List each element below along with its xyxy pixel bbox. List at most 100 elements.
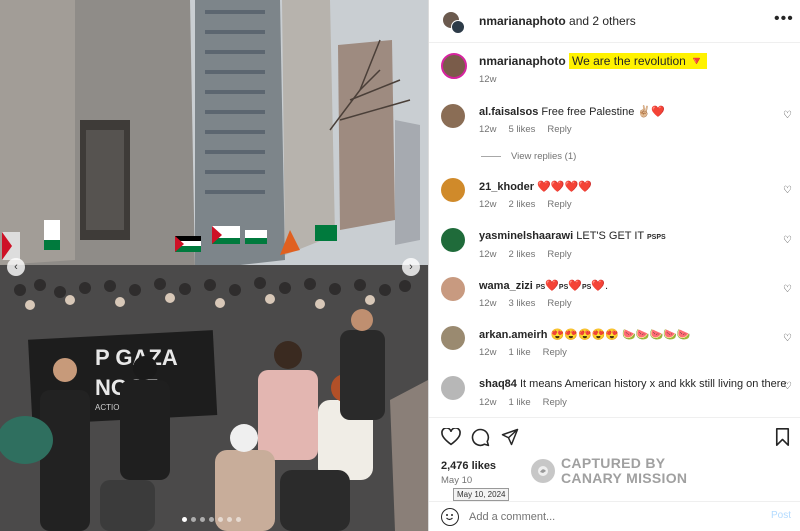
comment-body: 😍😍😍😍😍 🍉🍉🍉🍉🍉 [550,329,691,341]
caption-age: 12w [479,74,497,85]
comment-body-part: ❤️ [545,280,559,292]
comment-body-part: . [605,280,609,292]
comment-composer: Post [429,501,800,531]
heart-icon[interactable]: ♡ [783,110,792,121]
comment-meta: 12w 2 likes Reply [479,249,572,260]
comment-meta: 12w 1 like Reply [479,397,567,408]
comment-icon[interactable] [471,428,490,447]
view-replies-button[interactable]: View replies (1) [481,151,576,162]
comment-body: LET'S GET IT [576,230,644,242]
comment-meta: 12w 5 likes Reply [479,124,572,135]
comment-username[interactable]: wama_zizi [479,280,533,292]
caption-emoji: 🔻 [689,54,705,68]
heart-icon[interactable]: ♡ [783,185,792,196]
reply-button[interactable]: Reply [547,249,571,260]
canary-logo-icon [531,459,555,483]
chevron-right-icon: › [409,261,413,273]
reply-button[interactable]: Reply [543,347,567,358]
comment-item: wama_zizi PS❤️PS❤️PS❤️. 12w 3 likes Repl… [429,279,800,329]
comment-body-part: PS [581,284,592,291]
next-photo-button[interactable]: › [402,258,420,276]
reply-button[interactable]: Reply [547,199,571,210]
comment-item: al.faisalsos Free free Palestine ✌🏼❤️ 12… [429,105,800,155]
comment-text-row: yasminelshaarawi LET'S GET IT PSPS [479,230,666,242]
post-header: nmarianaphoto and 2 others ••• [429,0,800,43]
reply-button[interactable]: Reply [543,397,567,408]
bookmark-icon[interactable] [775,428,790,446]
comment-text-row: 21_khoder ❤️❤️❤️❤️ [479,180,592,193]
comment-age: 12w [479,124,497,135]
heart-icon[interactable]: ♡ [783,381,792,392]
comment-username[interactable]: yasminelshaarawi [479,230,573,242]
comment-age: 12w [479,397,497,408]
heart-icon[interactable]: ♡ [783,333,792,344]
collaborators-text[interactable]: and 2 others [569,14,636,28]
collaborator-avatar[interactable] [451,20,465,34]
comment-age: 12w [479,298,497,309]
comment-likes[interactable]: 1 like [508,397,530,408]
heart-icon[interactable]: ♡ [783,284,792,295]
comment-body-part: ❤️ [568,280,582,292]
date-tooltip: May 10, 2024 [453,488,510,501]
comment-body: It means American history x and kkk stil… [519,378,787,390]
canary-mission-watermark: CAPTURED BY CANARY MISSION [531,456,687,486]
chevron-left-icon: ‹ [14,261,18,273]
carousel-dot [191,517,196,522]
post-actions: 2,476 likes May 10 May 10, 2024 CAPTURED… [429,417,800,531]
comment-likes[interactable]: 2 likes [508,199,535,210]
emoji-icon[interactable] [441,508,459,526]
post-date[interactable]: May 10 [441,475,472,486]
carousel-indicator [182,517,241,522]
share-icon[interactable] [501,428,519,446]
previous-photo-button[interactable]: ‹ [7,258,25,276]
watermark-text: CAPTURED BY CANARY MISSION [561,456,687,486]
comment-body: ❤️❤️❤️❤️ [537,181,592,193]
comment-text-row: shaq84 It means American history x and k… [479,378,787,390]
like-heart-icon[interactable] [441,428,461,446]
comment-small-text: PSPS [647,234,666,241]
carousel-dot [227,517,232,522]
comment-meta: 12w 1 like Reply [479,347,567,358]
caption-username[interactable]: nmarianaphoto [479,54,566,68]
view-replies-label: View replies (1) [511,151,577,162]
protest-photo-illustration: P GAZA NOCE ACTION FOR [0,0,428,531]
comment-meta: 12w 3 likes Reply [479,298,572,309]
likes-count[interactable]: 2,476 likes [441,460,496,472]
post-authors: nmarianaphoto and 2 others [479,14,636,28]
comment-item: arkan.ameirh 😍😍😍😍😍 🍉🍉🍉🍉🍉 12w 1 like Repl… [429,328,800,378]
reply-button[interactable]: Reply [547,298,571,309]
post-comment-button[interactable]: Post [771,510,791,521]
comment-username[interactable]: al.faisalsos [479,106,538,118]
comment-meta: 12w 2 likes Reply [479,199,572,210]
more-options-icon[interactable]: ••• [774,10,794,28]
comment-likes[interactable]: 1 like [508,347,530,358]
carousel-dot [236,517,241,522]
comment-username[interactable]: arkan.ameirh [479,329,547,341]
comment-text-row: al.faisalsos Free free Palestine ✌🏼❤️ [479,105,665,118]
comment-likes[interactable]: 3 likes [508,298,535,309]
comment-body-part: PS [535,284,546,291]
comment-input[interactable] [469,508,749,526]
replies-divider [481,156,501,157]
comment-username[interactable]: shaq84 [479,378,517,390]
caption-text: We are the revolution 🔻 [569,53,708,69]
carousel-dot [200,517,205,522]
comment-body-part: ❤️ [591,280,606,292]
reply-button[interactable]: Reply [547,124,571,135]
comment-age: 12w [479,199,497,210]
carousel-dot [218,517,223,522]
comments-panel: nmarianaphoto and 2 others ••• nmarianap… [428,0,800,531]
carousel-dot [209,517,214,522]
comment-text-row: arkan.ameirh 😍😍😍😍😍 🍉🍉🍉🍉🍉 [479,328,691,341]
caption-text-body: We are the revolution [572,54,686,68]
comment-likes[interactable]: 2 likes [508,249,535,260]
comment-username[interactable]: 21_khoder [479,181,534,193]
caption-avatar[interactable] [441,53,467,79]
comment-body: Free free Palestine ✌🏼❤️ [541,106,665,118]
comment-item: yasminelshaarawi LET'S GET IT PSPS 12w 2… [429,230,800,280]
owner-username[interactable]: nmarianaphoto [479,14,566,28]
heart-icon[interactable]: ♡ [783,235,792,246]
comment-age: 12w [479,347,497,358]
comment-text-row: wama_zizi PS❤️PS❤️PS❤️. [479,279,608,292]
comment-likes[interactable]: 5 likes [508,124,535,135]
